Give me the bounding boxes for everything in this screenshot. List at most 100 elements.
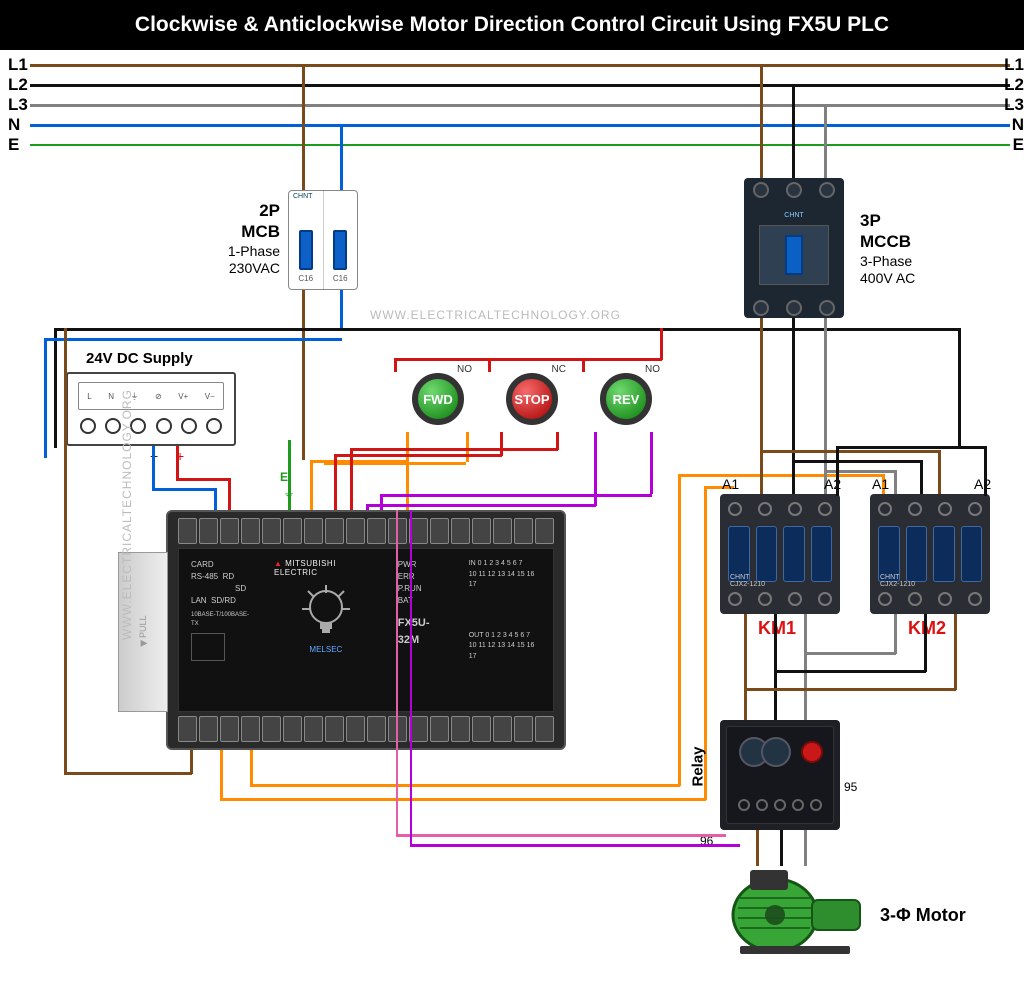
- button-fwd-cap: FWD: [412, 373, 464, 425]
- wire-km2-o3: [954, 614, 957, 690]
- wire-btn-common-v2: [488, 358, 491, 372]
- wire-k2-l1: [938, 450, 941, 494]
- wire-mccb-l1: [760, 67, 763, 179]
- plc-io: IN 0 1 2 3 4 5 6 7 10 11 12 13 14 15 16 …: [469, 559, 541, 701]
- button-stop[interactable]: NC STOP: [492, 368, 572, 440]
- wire-96-a: [410, 844, 740, 847]
- plc-fx5u: ◀PULL CARD RS-485 RD SD LAN SD/RD 10BASE…: [166, 510, 566, 750]
- wire-l1-to-mcb: [302, 67, 305, 190]
- label-l1-left: L1: [8, 55, 28, 75]
- psu-24vdc: LN⏚⊘V+V−: [66, 372, 236, 446]
- wire-km1-out2: [774, 614, 777, 720]
- mccb-3p: CHNT: [744, 178, 844, 318]
- wire-rail-to-psu: [54, 328, 57, 448]
- wire-com-a: [190, 750, 193, 774]
- earth-label: E: [280, 470, 288, 484]
- earth-icon: ⏚: [283, 484, 295, 501]
- wire-n-rail-drop: [44, 338, 47, 458]
- wire-y0-a: [220, 750, 223, 800]
- wire-a2-km1: [836, 446, 839, 496]
- wire-95-b: [396, 510, 398, 836]
- wire-y1-b: [250, 784, 680, 787]
- wire-btn-common-v: [394, 358, 397, 372]
- wire-ph2-out: [792, 318, 795, 494]
- plc-terminals-bottom: [178, 716, 554, 742]
- wire-mccb-l2: [792, 87, 795, 179]
- wire-swap-g: [804, 652, 896, 655]
- label-e-left: E: [8, 135, 19, 155]
- wire-earth-plc: [288, 440, 291, 512]
- wire-stop-a: [500, 432, 503, 456]
- button-fwd[interactable]: NO FWD: [398, 368, 478, 440]
- km2-a1: A1: [872, 476, 889, 492]
- wire-fwd-a: [406, 432, 409, 512]
- wire-ph1-out: [760, 318, 763, 494]
- wire-km1-out1: [744, 614, 747, 720]
- wire-n-rail: [44, 338, 342, 341]
- plc-terminals-top: [178, 518, 554, 544]
- plc-leds: PWR ERR P.RUN BAT FX5U-32M: [398, 559, 449, 701]
- wire-dc-neg-h: [152, 488, 216, 491]
- line-l1: [30, 64, 1010, 67]
- watermark-center: WWW.ELECTRICALTECHNOLOGY.ORG: [370, 308, 621, 322]
- contactor-km2: CHNTCJX2-1210: [870, 494, 990, 614]
- motor-3phase: [720, 860, 870, 960]
- diagram-title: Clockwise & Anticlockwise Motor Directio…: [0, 0, 1024, 50]
- wire-btn-common-src: [660, 328, 663, 360]
- wire-stop-e: [350, 448, 558, 451]
- wire-y0-b: [220, 798, 706, 801]
- wire-n-to-mcb: [340, 127, 343, 190]
- wire-rev-b: [366, 504, 596, 507]
- label-l2-right: L2: [1004, 75, 1024, 95]
- wire-dc-pos-h: [176, 478, 230, 481]
- wire-95-a: [396, 834, 726, 837]
- wire-btn-common-v3: [582, 358, 585, 372]
- mcb-label: 2PMCB 1-Phase230VAC: [210, 200, 280, 278]
- wire-ph3-tee: [824, 470, 896, 473]
- wire-fwd-e: [324, 462, 466, 465]
- mcb-2p: CHNT C16 C16: [288, 190, 358, 290]
- wire-mccb-l3: [824, 107, 827, 179]
- wire-mcb-l-out: [302, 290, 305, 460]
- overload-relay: [720, 720, 840, 830]
- wire-stop-b: [334, 454, 502, 457]
- motor-label: 3-Φ Motor: [880, 905, 966, 926]
- button-stop-cap: STOP: [506, 373, 558, 425]
- label-l1-right: L1: [1004, 55, 1024, 75]
- km1-label: KM1: [758, 618, 796, 639]
- wire-ph3-out: [824, 318, 827, 494]
- relay-reset-button[interactable]: [801, 741, 823, 763]
- relay-label: Relay: [690, 746, 707, 786]
- line-n: [30, 124, 1010, 127]
- label-l3-right: L3: [1004, 95, 1024, 115]
- relay-95: 95: [844, 780, 857, 794]
- wire-y1-c: [678, 474, 681, 786]
- button-rev[interactable]: NO REV: [586, 368, 666, 440]
- label-e-right: E: [1013, 135, 1024, 155]
- wire-dc-neg-v: [152, 446, 155, 490]
- plc-ports: CARD RS-485 RD SD LAN SD/RD 10BASE-T/100…: [191, 559, 254, 701]
- psu-title: 24V DC Supply: [86, 350, 193, 367]
- contactor-km1: CHNTCJX2-1210: [720, 494, 840, 614]
- wire-swap-b: [774, 670, 926, 673]
- mcb-brand: CHNT: [293, 193, 312, 200]
- km1-a1: A1: [722, 476, 739, 492]
- wire-a2-src: [958, 328, 961, 448]
- relay-dial-2: [761, 737, 791, 767]
- label-n-left: N: [8, 115, 20, 135]
- wire-a2-km2: [984, 446, 987, 496]
- wire-km1-out3: [804, 614, 807, 720]
- watermark-side: WWW.ELECTRICALTECHNOLOGY.ORG: [120, 380, 134, 640]
- wire-km2-o1: [894, 614, 897, 654]
- line-l3: [30, 104, 1010, 107]
- wire-dc-pos-in: [228, 478, 231, 512]
- plc-logo: ▲ MITSUBISHI ELECTRIC MELSEC: [274, 559, 378, 701]
- button-rev-cap: REV: [600, 373, 652, 425]
- wire-ph2-tee: [792, 460, 922, 463]
- mccb-label: 3PMCCB 3-Phase400V AC: [860, 210, 915, 288]
- line-e: [30, 144, 1010, 146]
- wire-dc-pos-v: [176, 446, 179, 480]
- wire-stop-c: [334, 454, 337, 512]
- label-l2-left: L2: [8, 75, 28, 95]
- km2-label: KM2: [908, 618, 946, 639]
